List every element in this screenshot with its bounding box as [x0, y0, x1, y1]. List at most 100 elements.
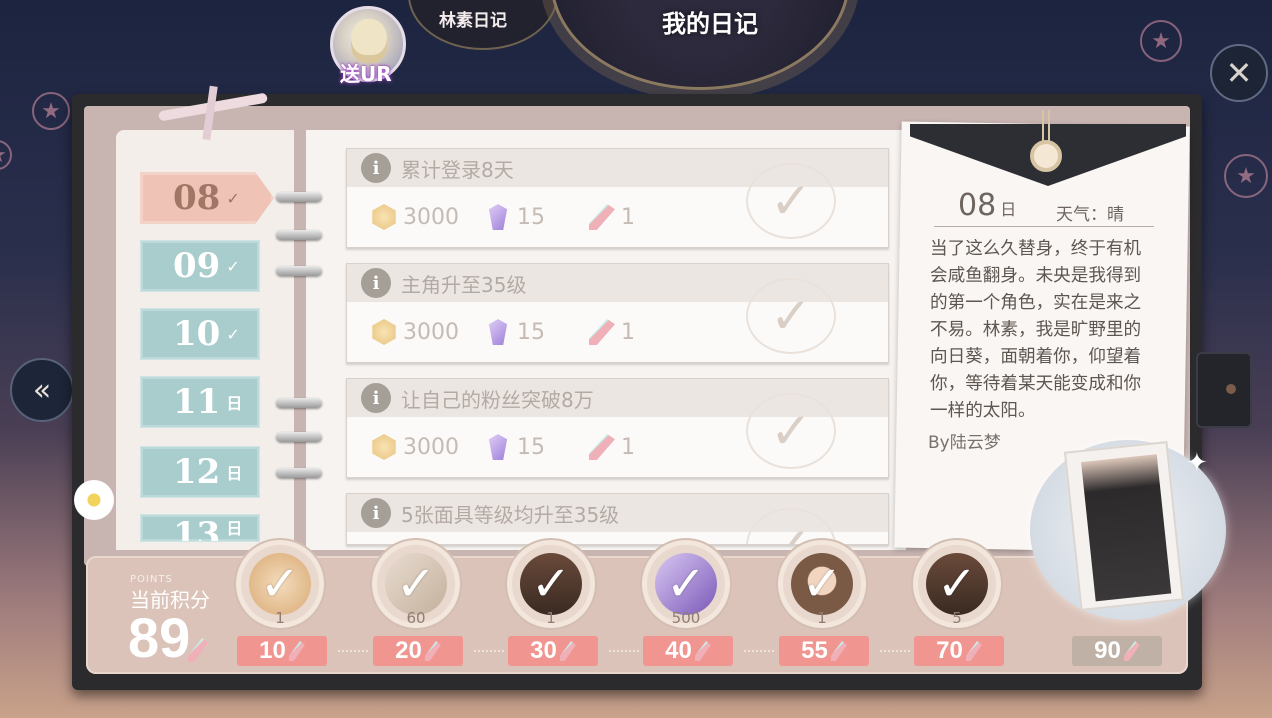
envelope-string	[1042, 110, 1050, 144]
pencil-icon	[830, 641, 847, 661]
date-tab-10[interactable]: 10 ✓	[140, 308, 260, 360]
diary-weather: 天气：晴	[1056, 205, 1124, 225]
diary-signature: By陆云梦	[928, 433, 1001, 453]
reward-qty: 1	[275, 609, 285, 627]
star-decoration-icon	[1140, 20, 1182, 62]
pencil-icon	[288, 641, 305, 661]
binder-ring	[276, 432, 322, 442]
back-button[interactable]: «	[10, 358, 74, 422]
task-title: 让自己的粉丝突破8万	[401, 387, 594, 412]
task-card: i 累计登录8天 3000 15 1 ✓	[346, 148, 889, 248]
milestone-reward[interactable]: ✓ 500	[642, 540, 730, 628]
pencil-icon	[1123, 641, 1140, 661]
sparkle-icon: ✦	[1186, 448, 1208, 478]
milestone-reward[interactable]: ✓ 1	[507, 540, 595, 628]
crystal-icon	[488, 434, 508, 460]
page-title: 我的日记	[662, 10, 758, 38]
info-icon[interactable]: i	[361, 498, 391, 528]
progress-dots	[609, 650, 639, 652]
milestone-reward[interactable]: ✓ 1	[778, 540, 866, 628]
milestone-cost-badge: 20	[373, 636, 463, 666]
gem-reward: 15	[485, 434, 545, 460]
ur-promo-label[interactable]: 送UR	[340, 58, 392, 87]
binder-ring	[276, 192, 322, 202]
pencil-icon	[589, 204, 615, 230]
completed-check-icon: ✓	[746, 393, 836, 469]
progress-dots	[338, 650, 368, 652]
gold-coin-icon	[372, 204, 396, 230]
milestone-cost-badge: 70	[914, 636, 1004, 666]
reward-qty: 60	[406, 609, 426, 627]
reward-qty: 1	[546, 609, 556, 627]
gold-coin-icon	[372, 319, 396, 345]
milestone-reward[interactable]: ✓ 1	[236, 540, 324, 628]
crystal-icon	[488, 319, 508, 345]
double-chevron-left-icon: «	[32, 372, 52, 408]
gold-reward: 3000	[371, 434, 459, 460]
diary-divider	[934, 226, 1154, 227]
crystal-icon	[488, 204, 508, 230]
completed-check-icon: ✓	[746, 163, 836, 239]
milestone-cost-badge: 40	[643, 636, 733, 666]
task-card: i5张面具等级均升至35级 ✓	[346, 493, 889, 545]
milestone-cost-badge: 30	[508, 636, 598, 666]
points-value: 89	[128, 606, 191, 669]
pencil-icon	[559, 641, 576, 661]
progress-dots	[474, 650, 504, 652]
close-button[interactable]: ✕	[1210, 44, 1268, 102]
task-title: 5张面具等级均升至35级	[401, 502, 620, 527]
milestone-reward[interactable]: ✓ 60	[372, 540, 460, 628]
pencil-icon	[589, 434, 615, 460]
pen-reward: 1	[589, 434, 635, 460]
binder-ring	[276, 230, 322, 240]
date-tab-11[interactable]: 11 日	[140, 376, 260, 428]
task-card: i 让自己的粉丝突破8万 3000 15 1 ✓	[346, 378, 889, 478]
binder-ring	[276, 266, 322, 276]
binder-ring	[276, 468, 322, 478]
gem-reward: 15	[485, 319, 545, 345]
info-icon[interactable]: i	[361, 383, 391, 413]
milestone-reward[interactable]: ✓ 5	[913, 540, 1001, 628]
gem-reward: 15	[485, 204, 545, 230]
star-decoration-icon	[0, 140, 12, 170]
diary-date: 08 日	[958, 188, 1017, 223]
milestone-cost-badge-locked: 90	[1072, 636, 1162, 666]
date-tab-09[interactable]: 09 ✓	[140, 240, 260, 292]
diary-owner-title: 林素日记	[439, 11, 507, 31]
binder-ring	[276, 398, 322, 408]
date-tab-08[interactable]: 08 ✓	[140, 172, 274, 224]
star-decoration-icon	[1224, 154, 1268, 198]
gold-coin-icon	[372, 434, 396, 460]
task-card: i 主角升至35级 3000 15 1 ✓	[346, 263, 889, 363]
task-title: 主角升至35级	[401, 272, 527, 297]
pencil-icon	[424, 641, 441, 661]
task-title: 累计登录8天	[401, 157, 514, 182]
milestone-cost-badge: 55	[779, 636, 869, 666]
ribbon-bow-icon	[148, 86, 278, 136]
info-icon[interactable]: i	[361, 153, 391, 183]
progress-dots	[880, 650, 910, 652]
completed-check-icon: ✓	[746, 278, 836, 354]
diary-text: 当了这么久替身，终于有机会咸鱼翻身。未央是我得到的第一个角色，实在是来之不易。林…	[930, 239, 1142, 421]
pencil-icon	[694, 641, 711, 661]
gold-reward: 3000	[371, 204, 459, 230]
gold-reward: 3000	[371, 319, 459, 345]
close-icon: ✕	[1225, 54, 1253, 92]
info-icon[interactable]: i	[361, 268, 391, 298]
milestone-cost-badge: 10	[237, 636, 327, 666]
book-clasp	[1196, 352, 1252, 428]
progress-dots	[744, 650, 774, 652]
reward-qty: 500	[671, 609, 701, 627]
star-decoration-icon	[32, 92, 70, 130]
pencil-icon	[965, 641, 982, 661]
reward-qty: 1	[817, 609, 827, 627]
date-tab-13[interactable]: 13 日	[140, 514, 260, 542]
pencil-icon	[589, 319, 615, 345]
reward-qty: 5	[952, 609, 962, 627]
daisy-flower-icon	[74, 480, 114, 520]
envelope-button-icon	[1030, 140, 1062, 172]
pen-reward: 1	[589, 319, 635, 345]
date-tab-12[interactable]: 12 日	[140, 446, 260, 498]
pen-reward: 1	[589, 204, 635, 230]
ur-outfit-card[interactable]	[1063, 441, 1185, 611]
